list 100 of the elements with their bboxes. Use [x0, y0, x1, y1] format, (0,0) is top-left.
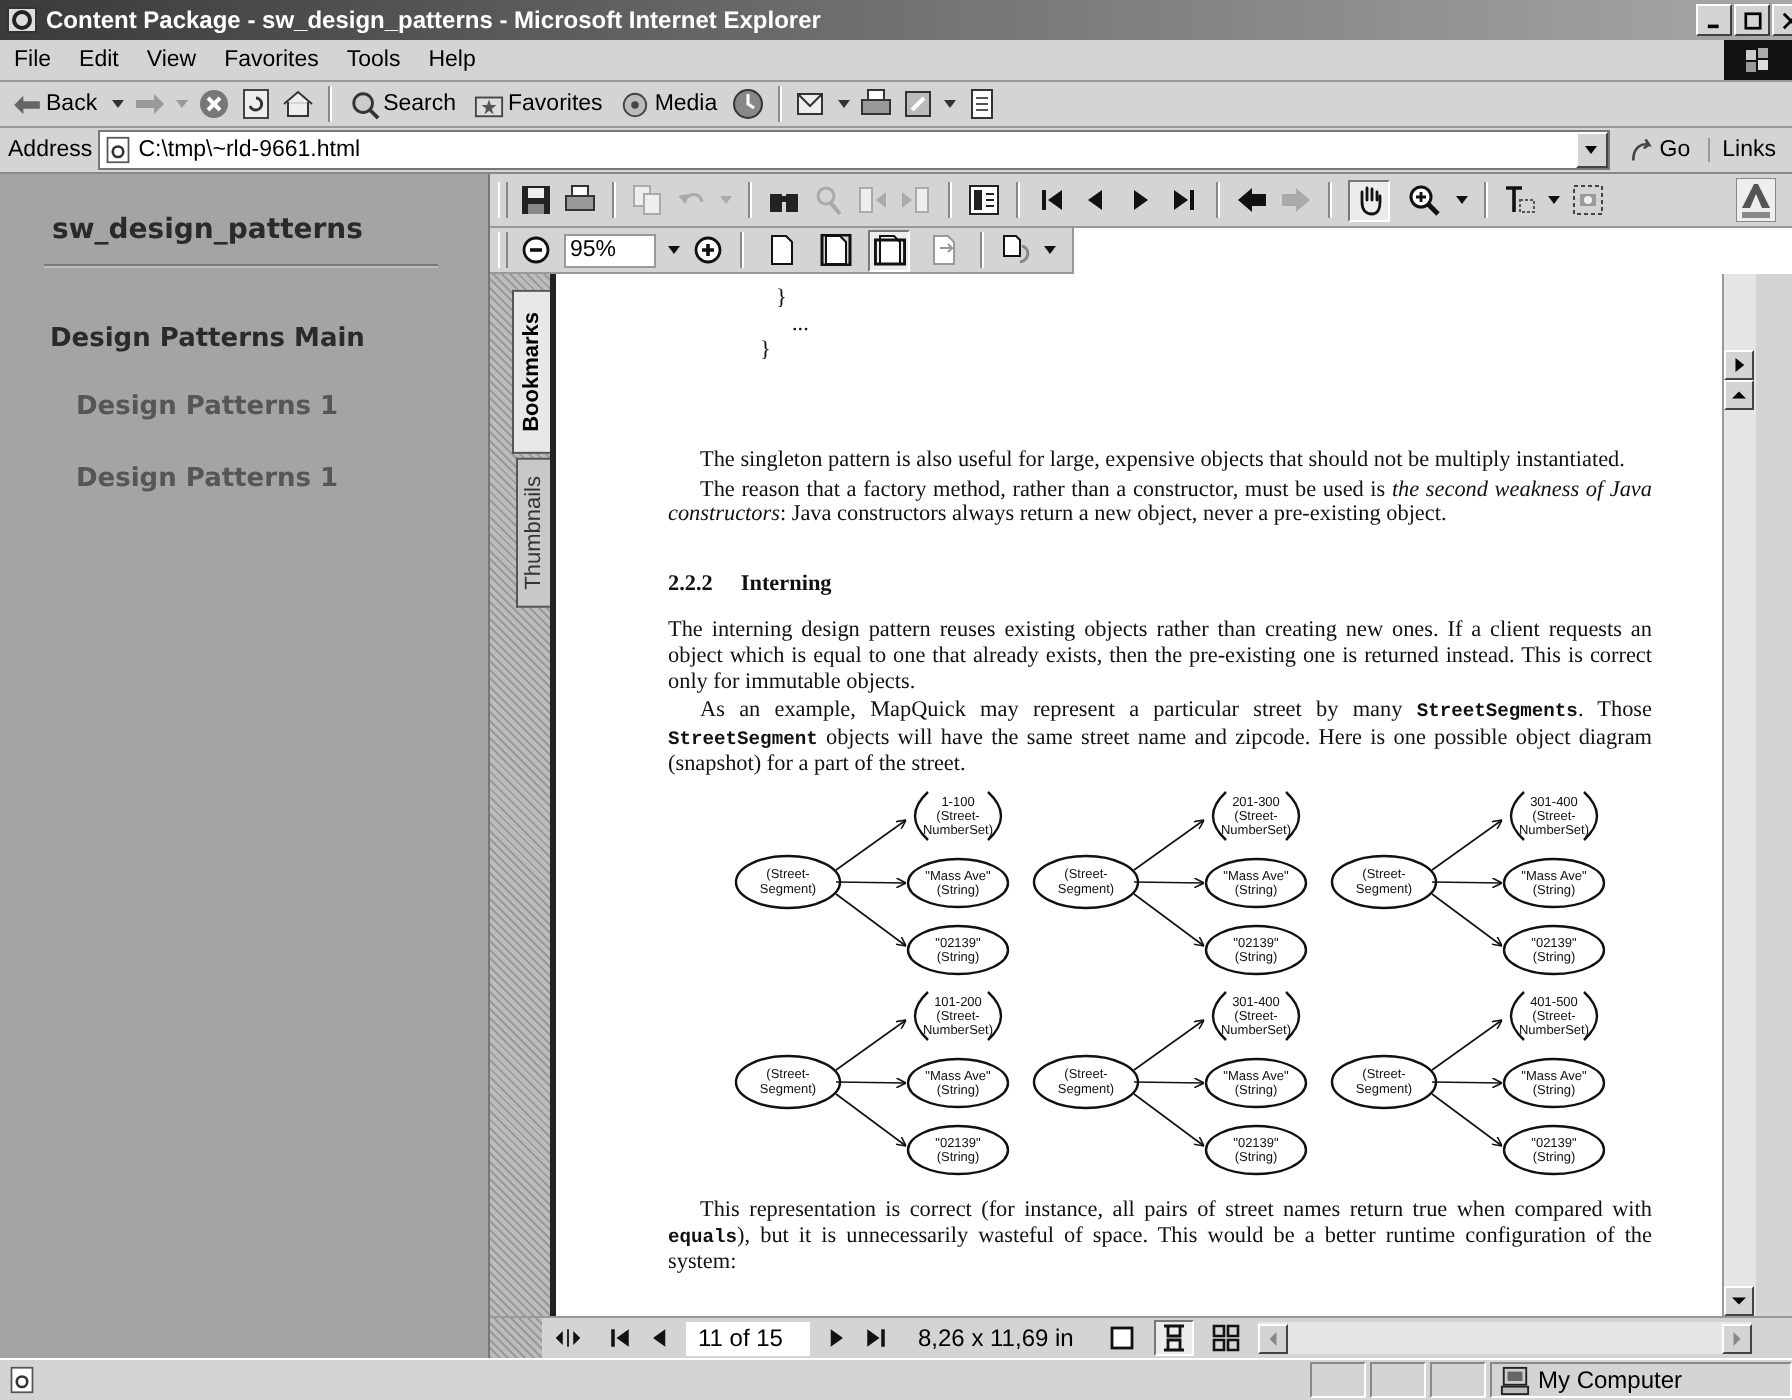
arrow [1431, 877, 1503, 889]
arrow [1431, 1019, 1503, 1071]
down-arrow-icon[interactable] [1732, 1294, 1746, 1308]
zoom-in-icon[interactable] [692, 234, 724, 266]
arrow [1431, 819, 1503, 871]
menu-item[interactable]: Help [414, 48, 490, 72]
caret-icon[interactable] [943, 100, 956, 108]
minimize-button[interactable] [1696, 4, 1732, 36]
address-label: Address [8, 138, 93, 162]
menu-item[interactable]: Edit [65, 48, 133, 72]
text-select-icon[interactable] [1504, 184, 1536, 216]
zoom-out-icon[interactable] [520, 234, 552, 266]
caret-icon[interactable] [111, 100, 124, 108]
stop-icon[interactable] [197, 88, 230, 120]
maximize-icon[interactable] [1743, 11, 1761, 29]
section-title: Interning [740, 571, 832, 597]
document-icon[interactable] [965, 88, 998, 120]
curved-arrow-icon[interactable] [1627, 136, 1656, 164]
edit-icon[interactable] [901, 88, 934, 120]
right-arrow-icon[interactable] [1732, 358, 1746, 372]
menu-item[interactable]: Tools [332, 48, 415, 72]
maximize-button[interactable] [1734, 4, 1770, 36]
browser-icon [6, 4, 38, 36]
paragraph: The interning design pattern reuses existing objects rather than creating new ones. If a client requests an object which is equal to one that already exists, then the pre-existing one is returned instead. This is correct only for immutable objects. [668, 618, 1652, 695]
panel-icon[interactable] [968, 184, 1000, 216]
caret-icon[interactable] [668, 246, 680, 254]
menu-item[interactable]: Favorites [210, 48, 333, 72]
home-icon[interactable] [281, 88, 314, 120]
code-line: } [774, 286, 789, 312]
page-layout-button[interactable] [1153, 1320, 1194, 1356]
back-button[interactable]: Back [8, 90, 102, 118]
favorites-button[interactable]: Favorites [470, 87, 607, 121]
first-page-icon[interactable] [606, 1324, 634, 1352]
computer-icon [1500, 1365, 1530, 1395]
address-field[interactable]: C:\tmp\~rld-9661.html [98, 130, 1610, 170]
last-page-icon[interactable] [862, 1324, 890, 1352]
page-icon [104, 136, 133, 164]
arrow [1431, 893, 1503, 947]
rotate-icon[interactable] [1000, 234, 1032, 266]
media-button[interactable]: Media [616, 87, 722, 121]
menu-item[interactable]: File [0, 48, 66, 72]
window-title: Content Package - sw_design_patterns - Microsoft Internet Explorer [46, 6, 821, 34]
side-tab[interactable]: Bookmarks [512, 290, 550, 454]
menu-item[interactable]: View [132, 48, 211, 72]
arrow [835, 893, 907, 947]
print-icon[interactable] [564, 184, 596, 216]
arrow [1431, 1093, 1503, 1147]
first-page-icon[interactable] [1036, 184, 1068, 216]
up-arrow-icon[interactable] [1732, 388, 1746, 402]
sidebar-item[interactable]: Design Patterns Main [0, 324, 488, 354]
back-arrow-icon[interactable] [1236, 184, 1268, 216]
search-icon[interactable] [349, 89, 380, 119]
paragraph: The reason that a factory method, rather than a constructor, must be used is the second weakness of Java constructors: Java constructors always return a new object, never a pre-existing object. [668, 477, 1652, 528]
page-number-field[interactable]: 11 of 15 [686, 1321, 810, 1355]
sidebar-title: sw_design_patterns [50, 214, 365, 246]
code-line: ... [790, 312, 811, 338]
page-size: 8,26 x 11,69 in [916, 1324, 1076, 1352]
dropdown-button[interactable] [1575, 132, 1608, 168]
horizontal-scrollbar[interactable] [1257, 1322, 1752, 1354]
arrow [835, 877, 907, 889]
split-toggle-icon[interactable] [554, 1324, 582, 1352]
refresh-icon[interactable] [239, 88, 272, 120]
arrow [1133, 1093, 1205, 1147]
print-icon[interactable] [859, 88, 892, 120]
arrow [835, 1093, 907, 1147]
search-button[interactable]: Search [345, 87, 461, 121]
vertical-scrollbar[interactable] [1722, 274, 1756, 1316]
go-button[interactable]: Go [1615, 136, 1703, 164]
links-button[interactable]: Links [1708, 138, 1792, 162]
snapshot-icon[interactable] [1572, 184, 1604, 216]
scroll-right-button[interactable] [1722, 1323, 1752, 1353]
arrow [1133, 893, 1205, 947]
code-line: } [758, 338, 773, 364]
caret-icon[interactable] [1584, 146, 1599, 154]
arrow [1133, 819, 1205, 871]
zoom-field[interactable]: 95% [564, 233, 656, 267]
mail-icon[interactable] [795, 88, 828, 120]
last-page-icon[interactable] [1168, 184, 1200, 216]
history-icon[interactable] [731, 88, 764, 120]
expand-button[interactable] [1724, 350, 1754, 380]
side-tab[interactable]: Thumbnails [516, 457, 550, 608]
section-number: 2.2.2 [668, 571, 713, 597]
arrow [835, 819, 907, 871]
security-zone: My Computer [1490, 1362, 1792, 1398]
scroll-down-button[interactable] [1724, 1286, 1754, 1316]
disc-icon[interactable] [620, 89, 651, 119]
scroll-left-button[interactable] [1257, 1323, 1288, 1353]
caret-icon[interactable] [1456, 196, 1468, 204]
save-icon[interactable] [520, 184, 552, 216]
paragraph: The singleton pattern is also useful for large, expensive objects that should not be multiply instantiated. [698, 448, 1627, 474]
caret-icon[interactable] [1044, 246, 1056, 254]
paragraph: This representation is correct (for instance, all pairs of street names return true when compared with equals), but it is unnecessarily wasteful of space. This would be a better runtime configuration of the system: [668, 1197, 1652, 1276]
caret-icon[interactable] [837, 100, 850, 108]
status-pane [1370, 1362, 1426, 1398]
arrow [1133, 1019, 1205, 1071]
arrow [1431, 1077, 1503, 1089]
page-icon [8, 1366, 36, 1394]
arrow [835, 1077, 907, 1089]
caret-icon[interactable] [1548, 196, 1560, 204]
scroll-up-button[interactable] [1724, 380, 1754, 410]
